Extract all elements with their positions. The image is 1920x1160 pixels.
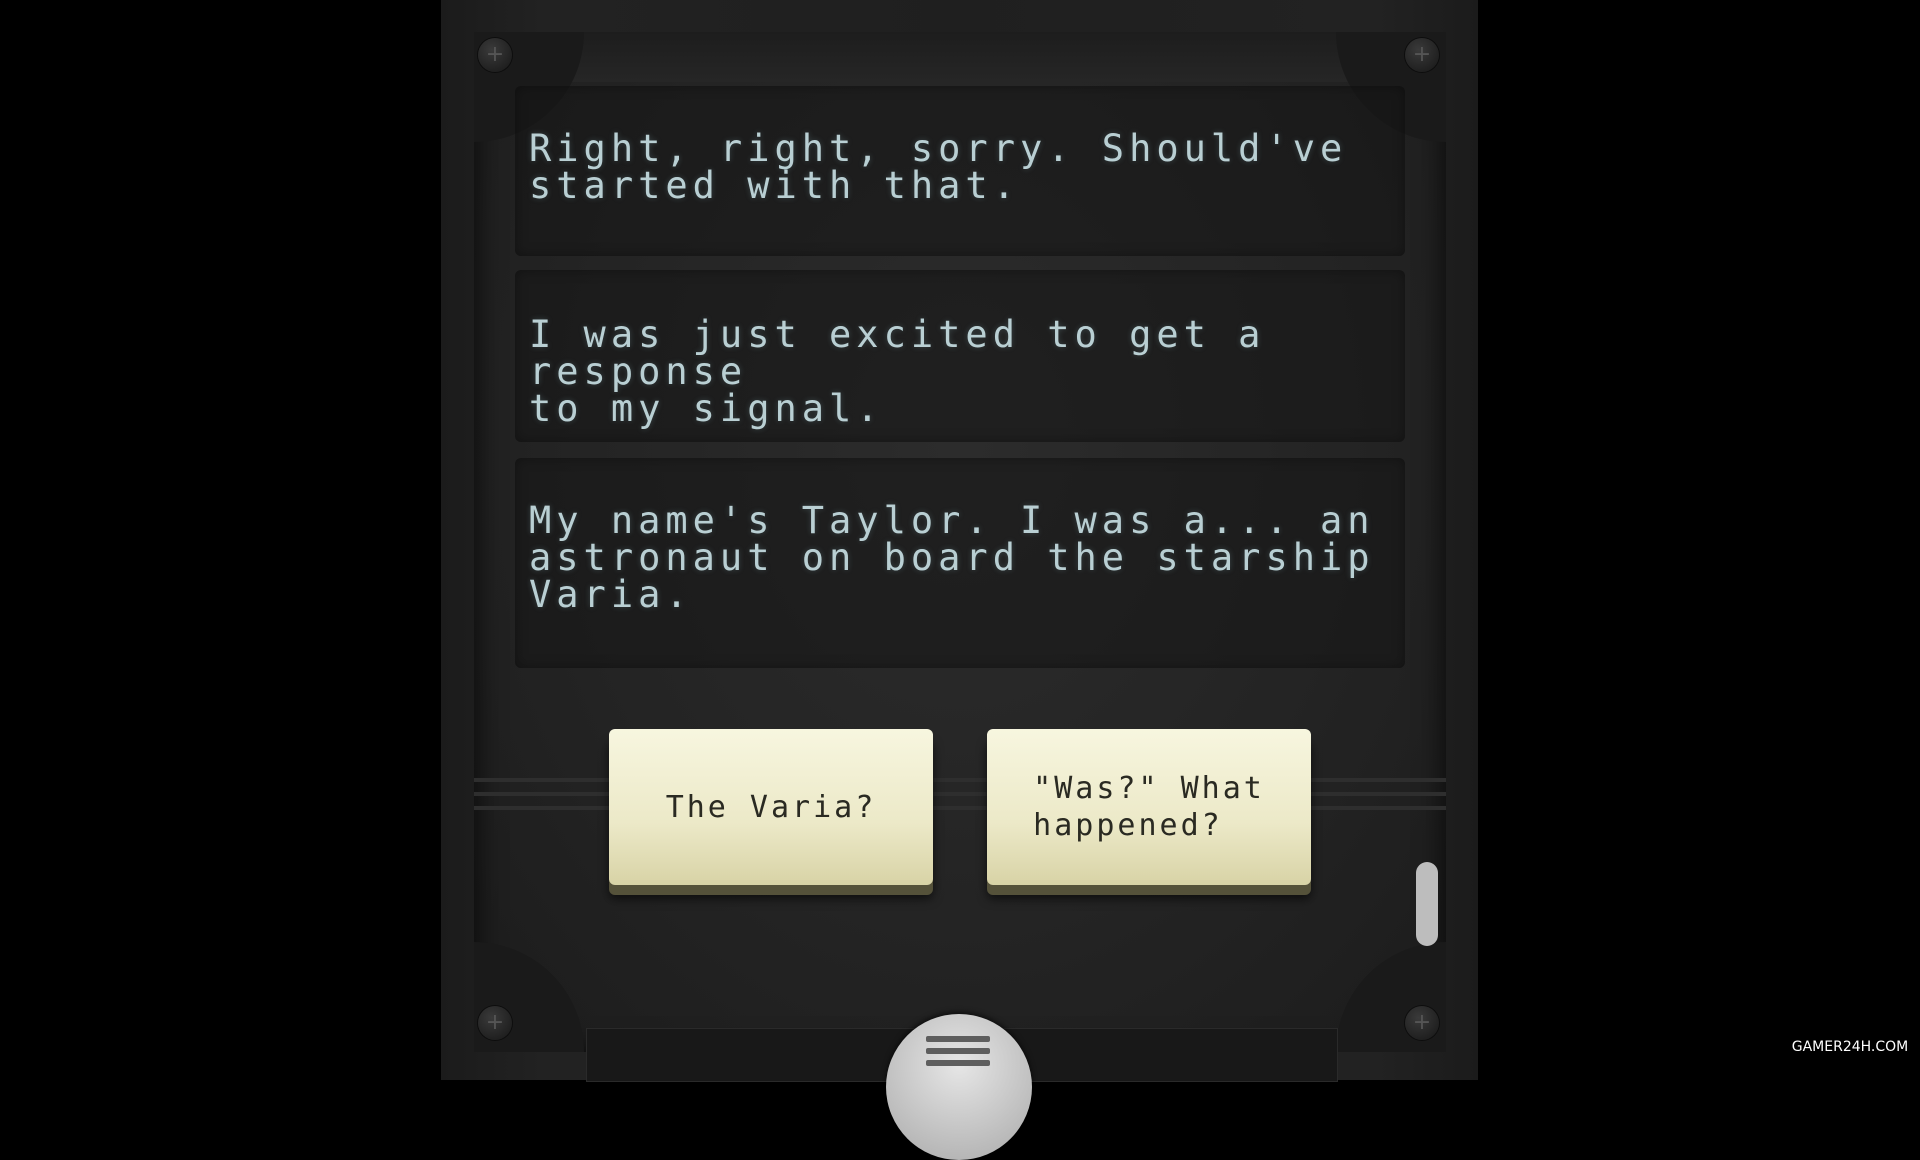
message-bubble: Right, right, sorry. Should've started w…: [515, 86, 1405, 256]
choice-label: The Varia?: [665, 789, 877, 825]
top-bezel: [560, 32, 1360, 82]
menu-button[interactable]: [886, 1014, 1032, 1160]
message-text: Right, right, sorry. Should've started w…: [529, 127, 1348, 207]
message-text: My name's Taylor. I was a... an astronau…: [529, 499, 1375, 616]
screw-icon: +: [478, 1006, 512, 1040]
choice-button-varia[interactable]: The Varia?: [609, 729, 933, 885]
screw-icon: +: [1405, 38, 1439, 72]
message-bubble: My name's Taylor. I was a... an astronau…: [515, 458, 1405, 668]
screw-icon: +: [1405, 1006, 1439, 1040]
choice-label: "Was?" What happened?: [1033, 771, 1265, 843]
message-bubble: I was just excited to get a response to …: [515, 270, 1405, 442]
watermark: GAMER24H.COM: [1780, 1034, 1920, 1060]
screw-icon: +: [478, 38, 512, 72]
scrollbar-thumb[interactable]: [1416, 862, 1438, 946]
message-text: I was just excited to get a response to …: [529, 313, 1266, 430]
choice-button-what-happened[interactable]: "Was?" What happened?: [987, 729, 1311, 885]
